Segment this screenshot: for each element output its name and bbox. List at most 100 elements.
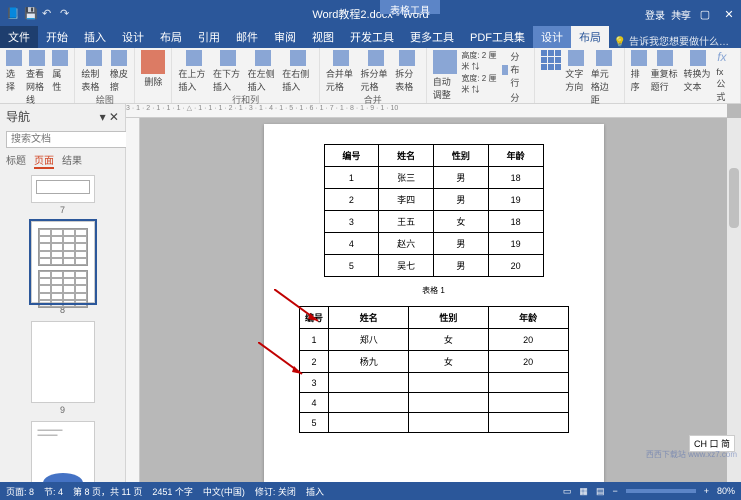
dist-rows-button[interactable]: 分布行 bbox=[502, 50, 529, 89]
page-thumbnail-7[interactable]: 7 bbox=[28, 175, 98, 215]
tab-developer[interactable]: 开发工具 bbox=[342, 26, 402, 48]
tab-file[interactable]: 文件 bbox=[0, 26, 38, 48]
tab-table-design[interactable]: 设计 bbox=[533, 26, 571, 48]
col-width-field[interactable]: 宽度: 2 厘米 ⇅ bbox=[461, 73, 497, 95]
tab-pdf[interactable]: PDF工具集 bbox=[462, 26, 533, 48]
status-page-count[interactable]: 第 8 页，共 11 页 bbox=[73, 485, 142, 498]
zoom-level[interactable]: 80% bbox=[717, 486, 735, 496]
status-word-count[interactable]: 2451 个字 bbox=[152, 485, 193, 498]
tab-table-layout[interactable]: 布局 bbox=[571, 26, 609, 48]
draw-table-button[interactable]: 绘制表格 bbox=[81, 50, 106, 93]
split-cells-button[interactable]: 拆分单元格 bbox=[361, 50, 392, 93]
minimize-button[interactable]: — bbox=[669, 3, 693, 25]
redo-icon[interactable]: ↷ bbox=[60, 7, 74, 21]
table-1[interactable]: 编号姓名性别年龄 1张三男18 2李四男19 3王五女18 4赵六男19 5吴七… bbox=[324, 144, 544, 277]
page[interactable]: 编号姓名性别年龄 1张三男18 2李四男19 3王五女18 4赵六男19 5吴七… bbox=[264, 124, 604, 482]
grid-icon bbox=[29, 50, 45, 66]
nav-tab-results[interactable]: 结果 bbox=[62, 152, 82, 169]
alignment-grid[interactable] bbox=[541, 50, 561, 106]
cell-margins-button[interactable]: 单元格边距 bbox=[591, 50, 618, 106]
dist-rows-icon bbox=[502, 65, 509, 75]
tab-mailings[interactable]: 邮件 bbox=[228, 26, 266, 48]
close-button[interactable]: ✕ bbox=[717, 3, 741, 25]
view-read-icon[interactable]: ▭ bbox=[563, 486, 572, 497]
sort-button[interactable]: 排序 bbox=[631, 50, 647, 103]
tell-me[interactable]: 💡 告诉我您想要做什么… bbox=[614, 33, 729, 48]
properties-icon bbox=[52, 50, 68, 66]
col-left-icon bbox=[255, 50, 271, 66]
split-table-button[interactable]: 拆分表格 bbox=[395, 50, 420, 93]
document-canvas[interactable]: 编号姓名性别年龄 1张三男18 2李四男19 3王五女18 4赵六男19 5吴七… bbox=[140, 118, 727, 482]
page-thumbnail-10[interactable]: ▬▬▬▬▬▬▬▬▬10 bbox=[28, 421, 98, 482]
eraser-icon bbox=[111, 50, 127, 66]
save-icon[interactable]: 💾 bbox=[24, 7, 38, 21]
delete-button[interactable]: 删除 bbox=[141, 50, 165, 88]
split-cell-icon bbox=[368, 50, 384, 66]
convert-text-button[interactable]: 转换为文本 bbox=[684, 50, 713, 103]
tab-design[interactable]: 设计 bbox=[114, 26, 152, 48]
autofit-icon bbox=[433, 50, 457, 74]
merge-icon bbox=[333, 50, 349, 66]
undo-icon[interactable]: ↶ bbox=[42, 7, 56, 21]
login-link[interactable]: 登录 bbox=[645, 7, 665, 22]
insert-below-button[interactable]: 在下方插入 bbox=[213, 50, 244, 93]
status-language[interactable]: 中文(中国) bbox=[203, 485, 245, 498]
fx-icon: fx bbox=[717, 50, 733, 66]
convert-icon bbox=[690, 50, 706, 66]
status-section[interactable]: 节: 4 bbox=[44, 485, 63, 498]
gridlines-button[interactable]: 查看网格线 bbox=[26, 50, 48, 106]
table-2[interactable]: 编号姓名性别年龄 1郑八女20 2杨九女20 3 4 5 bbox=[299, 306, 569, 433]
nav-tab-pages[interactable]: 页面 bbox=[34, 152, 54, 169]
row-below-icon bbox=[220, 50, 236, 66]
tab-more[interactable]: 更多工具 bbox=[402, 26, 462, 48]
page-thumbnail-9[interactable]: 9 bbox=[28, 321, 98, 415]
row-above-icon bbox=[186, 50, 202, 66]
split-table-icon bbox=[399, 50, 415, 66]
status-bar: 页面: 8 节: 4 第 8 页，共 11 页 2451 个字 中文(中国) 修… bbox=[0, 482, 741, 500]
row-height-field[interactable]: 高度: 2 厘米 ⇅ bbox=[461, 50, 497, 72]
tab-insert[interactable]: 插入 bbox=[76, 26, 114, 48]
tab-home[interactable]: 开始 bbox=[38, 26, 76, 48]
pencil-icon bbox=[86, 50, 102, 66]
insert-left-button[interactable]: 在左侧插入 bbox=[248, 50, 279, 93]
horizontal-ruler[interactable]: 3 · 1 · 2 · 1 · 1 · 1 · △ · 1 · 1 · 1 · … bbox=[126, 104, 727, 118]
insert-above-button[interactable]: 在上方插入 bbox=[178, 50, 209, 93]
table-1-caption: 表格 1 bbox=[280, 285, 588, 296]
status-insert[interactable]: 插入 bbox=[306, 485, 324, 498]
word-icon: 📘 bbox=[6, 7, 20, 21]
navigation-pane: 导航 ▾ ✕ 🔍 标题 页面 结果 7 8 9 ▬▬▬▬▬▬▬▬▬10 bbox=[0, 104, 126, 482]
ribbon: 选择 查看网格线 属性 表 绘制表格 橡皮擦 绘图 删除 在上方插入 在下方插入… bbox=[0, 48, 741, 104]
nav-close-button[interactable]: ▾ ✕ bbox=[100, 110, 119, 124]
maximize-button[interactable]: ▢ bbox=[693, 3, 717, 25]
tab-view[interactable]: 视图 bbox=[304, 26, 342, 48]
margins-icon bbox=[596, 50, 612, 66]
formula-button[interactable]: fxfx 公式 bbox=[716, 50, 734, 103]
context-tab-label: 表格工具 bbox=[380, 0, 440, 14]
tab-layout[interactable]: 布局 bbox=[152, 26, 190, 48]
vertical-scrollbar[interactable] bbox=[727, 118, 741, 482]
status-track[interactable]: 修订: 关闭 bbox=[255, 485, 296, 498]
zoom-out-button[interactable]: − bbox=[612, 486, 617, 496]
tab-review[interactable]: 审阅 bbox=[266, 26, 304, 48]
tab-references[interactable]: 引用 bbox=[190, 26, 228, 48]
eraser-button[interactable]: 橡皮擦 bbox=[110, 50, 128, 93]
select-button[interactable]: 选择 bbox=[6, 50, 22, 106]
vertical-ruler[interactable] bbox=[126, 118, 140, 482]
sort-icon bbox=[631, 50, 647, 66]
repeat-icon bbox=[657, 50, 673, 66]
properties-button[interactable]: 属性 bbox=[52, 50, 68, 106]
status-page[interactable]: 页面: 8 bbox=[6, 485, 34, 498]
align-grid-icon bbox=[541, 50, 561, 70]
view-web-icon[interactable]: ▤ bbox=[596, 486, 605, 497]
nav-tab-headings[interactable]: 标题 bbox=[6, 152, 26, 169]
page-thumbnail-8[interactable]: 8 bbox=[28, 221, 98, 315]
insert-right-button[interactable]: 在右侧插入 bbox=[282, 50, 313, 93]
merge-cells-button[interactable]: 合并单元格 bbox=[326, 50, 357, 93]
repeat-header-button[interactable]: 重复标题行 bbox=[651, 50, 680, 103]
zoom-in-button[interactable]: + bbox=[704, 486, 709, 496]
zoom-slider[interactable] bbox=[626, 489, 696, 493]
view-print-icon[interactable]: ▦ bbox=[579, 486, 588, 497]
delete-icon bbox=[141, 50, 165, 74]
text-direction-button[interactable]: 文字方向 bbox=[565, 50, 587, 106]
scroll-thumb[interactable] bbox=[729, 168, 739, 228]
